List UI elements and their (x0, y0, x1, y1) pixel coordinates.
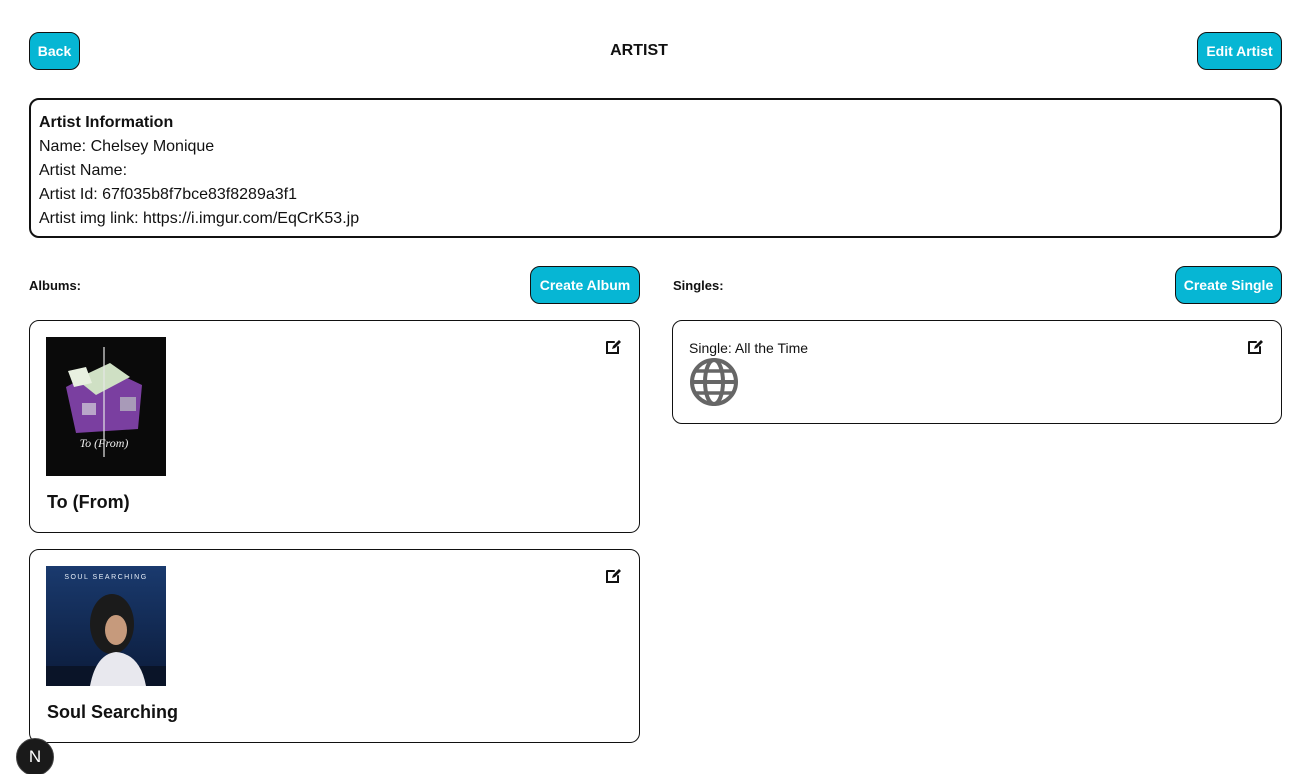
album-card[interactable]: SOUL SEARCHING Soul Searching (29, 549, 640, 743)
album-title: Soul Searching (47, 702, 179, 722)
album-card[interactable]: To (From) To (From) (29, 320, 640, 533)
artist-stage-name-field: Artist Name: (39, 162, 128, 179)
artist-id-field: Artist Id: 67f035b8f7bce83f8289a3f1 (39, 186, 297, 203)
dev-tools-badge[interactable]: N (16, 738, 54, 774)
artist-info-heading: Artist Information (39, 114, 174, 131)
artist-img-link-field: Artist img link: https://i.imgur.com/EqC… (39, 210, 360, 227)
single-card[interactable]: Single: All the Time (672, 320, 1282, 424)
artist-name-field: Name: Chelsey Monique (39, 138, 215, 155)
albums-section-label: Albums: (29, 278, 81, 293)
edit-icon[interactable] (1246, 338, 1264, 356)
album-cover-text: To (From) (80, 436, 129, 450)
album-title: To (From) (47, 492, 130, 512)
create-album-button[interactable]: Create Album (530, 266, 640, 304)
album-cover-text: SOUL SEARCHING (64, 574, 147, 581)
edit-icon[interactable] (604, 338, 622, 356)
create-single-button[interactable]: Create Single (1175, 266, 1282, 304)
album-cover-image: SOUL SEARCHING (46, 566, 166, 686)
edit-icon[interactable] (604, 567, 622, 585)
page-title: ARTIST (610, 42, 668, 59)
artist-info-panel: Artist Information Name: Chelsey Monique… (29, 98, 1282, 238)
album-cover-image: To (From) (46, 337, 166, 476)
singles-section-label: Singles: (673, 278, 724, 293)
edit-artist-button[interactable]: Edit Artist (1197, 32, 1282, 70)
single-title: Single: All the Time (689, 340, 809, 356)
globe-icon (690, 358, 738, 406)
